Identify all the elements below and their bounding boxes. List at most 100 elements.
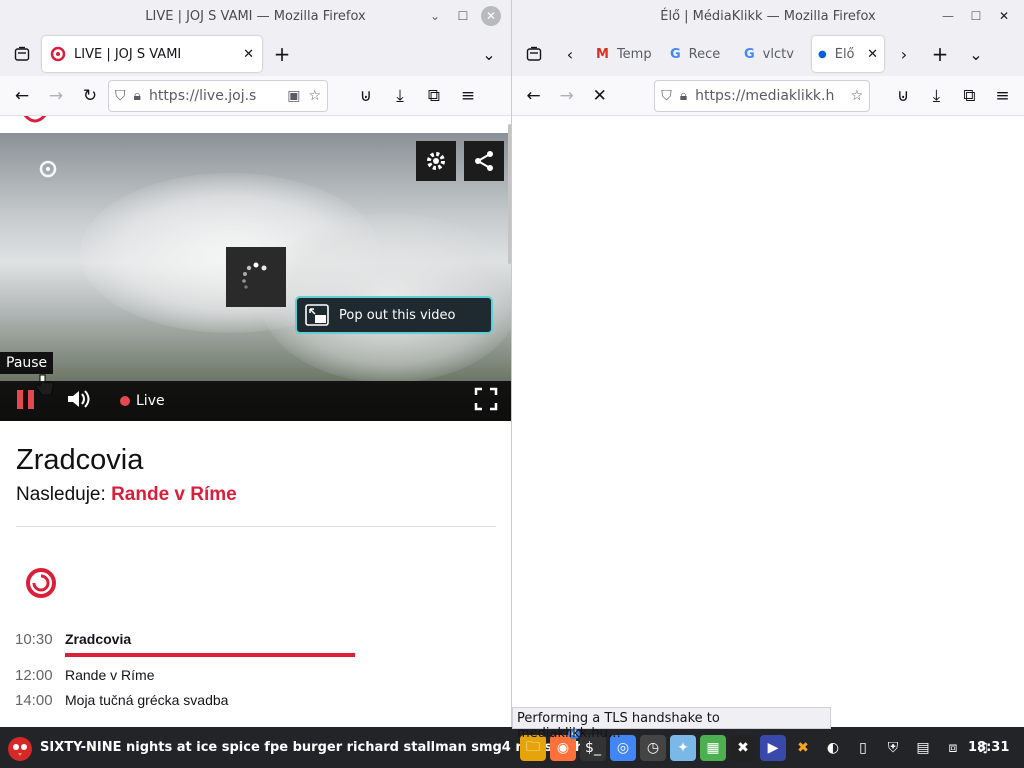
back-button[interactable]: ← (518, 80, 549, 112)
pop-out-video-button[interactable]: Pop out this video (295, 296, 493, 334)
live-dot-icon (120, 396, 130, 406)
downloads-icon[interactable]: ⤓ (384, 80, 416, 112)
left-tabbar: LIVE | JOJ S VAMI ✕ + ⌄ (0, 32, 511, 76)
close-window-button[interactable]: ✕ (481, 6, 501, 26)
url-bar[interactable]: ⛉ 🔒︎ https://live.joj.s ▣ ☆ (108, 79, 328, 112)
firefox-view-icon[interactable] (518, 38, 550, 70)
pop-out-label: Pop out this video (339, 307, 456, 323)
extensions-icon[interactable]: ⧉ (418, 80, 450, 112)
fullscreen-button[interactable] (474, 387, 498, 415)
pocket-icon[interactable]: ⊍ (888, 80, 919, 112)
joj-logo-partial-icon (23, 116, 47, 123)
clock[interactable]: 18:31 (968, 727, 1009, 768)
schedule-time: 10:30 (15, 631, 53, 648)
close-window-button[interactable]: ✕ (994, 6, 1014, 26)
google-icon: G (744, 46, 755, 62)
maximize-button[interactable]: ☐ (453, 6, 473, 26)
left-navbar: ← → ↻ ⛉ 🔒︎ https://live.joj.s ▣ ☆ ⊍ ⤓ ⧉ … (0, 76, 511, 116)
close-tab-icon[interactable]: ✕ (243, 47, 254, 62)
bookmark-star-icon[interactable]: ☆ (851, 88, 864, 104)
network-icon[interactable]: ⧈ (940, 735, 966, 761)
right-tabbar: ‹ M Temp G Rece G vlctv ● Élő ✕ › + ⌄ (512, 32, 1024, 76)
fullscreen-icon (474, 387, 498, 411)
tab-label: Élő (834, 46, 855, 62)
video-player[interactable]: Pop out this video Pause Live (0, 133, 511, 421)
left-window-title: LIVE | JOJ S VAMI — Mozilla Firefox (145, 8, 366, 24)
angry-bird-app-icon[interactable] (6, 734, 34, 766)
schedule-row[interactable]: 14:00 Moja tučná grécka svadba (15, 692, 228, 709)
lock-icon[interactable]: 🔒︎ (680, 88, 687, 104)
next-prefix: Nasleduje: (16, 484, 106, 505)
shield-tray-icon[interactable]: ⛨ (880, 735, 906, 761)
pocket-icon[interactable]: ⊍ (350, 80, 382, 112)
pause-tooltip: Pause (0, 352, 54, 374)
reload-button[interactable]: ↻ (74, 80, 106, 112)
video-controls-bar: Live (0, 381, 511, 421)
spreadsheet-icon[interactable]: ▦ (700, 734, 726, 761)
tab-joj-live[interactable]: LIVE | JOJ S VAMI ✕ (42, 36, 262, 72)
clock-app-icon[interactable]: ◷ (640, 734, 666, 761)
maximize-button[interactable]: ☐ (966, 6, 986, 26)
next-show-link[interactable]: Rande v Ríme (111, 484, 237, 505)
url-bar[interactable]: ⛉ 🔒︎ https://mediaklikk.h ☆ (654, 79, 871, 112)
list-tabs-icon[interactable]: ⌄ (960, 38, 992, 70)
menu-icon[interactable]: ≡ (987, 80, 1018, 112)
volume-button[interactable] (66, 388, 90, 414)
right-page-content (512, 116, 1024, 727)
tab-label: Rece (688, 46, 721, 62)
media-player-icon[interactable]: ▶ (760, 734, 786, 761)
forward-button[interactable]: → (40, 80, 72, 112)
back-button[interactable]: ← (6, 80, 38, 112)
share-icon[interactable] (464, 141, 504, 181)
active-window-title[interactable]: SIXTY-NINE nights at ice spice fpe burge… (40, 727, 584, 768)
scroll-tabs-left-icon[interactable]: ‹ (554, 38, 586, 70)
schedule-title: Zradcovia (65, 631, 132, 647)
stop-loading-button[interactable]: ✕ (584, 80, 615, 112)
pause-icon (17, 390, 34, 409)
pause-button[interactable] (16, 388, 36, 414)
list-tabs-icon[interactable]: ⌄ (473, 38, 505, 70)
url-text: https://live.joj.s (148, 87, 257, 104)
joj-watermark-icon (39, 160, 57, 178)
right-titlebar: Élő | MédiaKlikk — Mozilla Firefox — ☐ ✕ (512, 0, 1024, 32)
shield-icon[interactable]: ⛉ (661, 88, 672, 104)
left-page-content: Pop out this video Pause Live Zradcovia … (0, 116, 511, 727)
minimize-button[interactable]: ⌄ (425, 6, 445, 26)
schedule-time: 14:00 (15, 692, 53, 709)
obs-icon[interactable]: ◐ (820, 735, 846, 761)
left-titlebar: LIVE | JOJ S VAMI — Mozilla Firefox ⌄ ☐ … (0, 0, 511, 32)
pop-out-icon (305, 304, 329, 326)
xorg-icon[interactable]: ✖ (790, 735, 816, 761)
tab-google-recent[interactable]: G Rece (664, 36, 734, 72)
extensions-icon[interactable]: ⧉ (954, 80, 985, 112)
live-label: Live (136, 393, 165, 409)
joj-favicon-icon (50, 46, 66, 62)
settings-gear-icon[interactable] (416, 141, 456, 181)
scroll-tabs-right-icon[interactable]: › (888, 38, 920, 70)
clipboard-icon[interactable]: ▯ (850, 735, 876, 761)
url-text: https://mediaklikk.h (695, 87, 835, 104)
tab-google-vlctv[interactable]: G vlctv (738, 36, 808, 72)
shield-icon[interactable]: ⛉ (115, 88, 126, 104)
notes-icon[interactable]: ▤ (910, 735, 936, 761)
menu-icon[interactable]: ≡ (452, 80, 484, 112)
lock-icon[interactable]: 🔒︎ (134, 88, 141, 104)
new-tab-icon[interactable]: + (924, 38, 956, 70)
new-tab-icon[interactable]: + (266, 38, 298, 70)
right-browser-window: Élő | MédiaKlikk — Mozilla Firefox — ☐ ✕… (512, 0, 1024, 727)
minimize-button[interactable]: — (938, 6, 958, 26)
x-app-icon[interactable]: ✖ (730, 734, 756, 761)
loading-spinner-icon (226, 247, 286, 307)
schedule-row[interactable]: 12:00 Rande v Ríme (15, 667, 154, 684)
tab-gmail[interactable]: M Temp (590, 36, 660, 72)
schedule-row[interactable]: 10:30 Zradcovia (15, 631, 131, 648)
forward-button[interactable]: → (551, 80, 582, 112)
puzzle-icon[interactable]: ✦ (670, 734, 696, 761)
picture-in-picture-icon[interactable]: ▣ (287, 88, 300, 104)
tab-mediaklikk[interactable]: ● Élő ✕ (812, 36, 884, 72)
firefox-view-icon[interactable] (6, 38, 38, 70)
tab-label: LIVE | JOJ S VAMI (74, 46, 182, 62)
downloads-icon[interactable]: ⤓ (921, 80, 952, 112)
close-tab-icon[interactable]: ✕ (867, 47, 878, 62)
bookmark-star-icon[interactable]: ☆ (308, 88, 321, 104)
